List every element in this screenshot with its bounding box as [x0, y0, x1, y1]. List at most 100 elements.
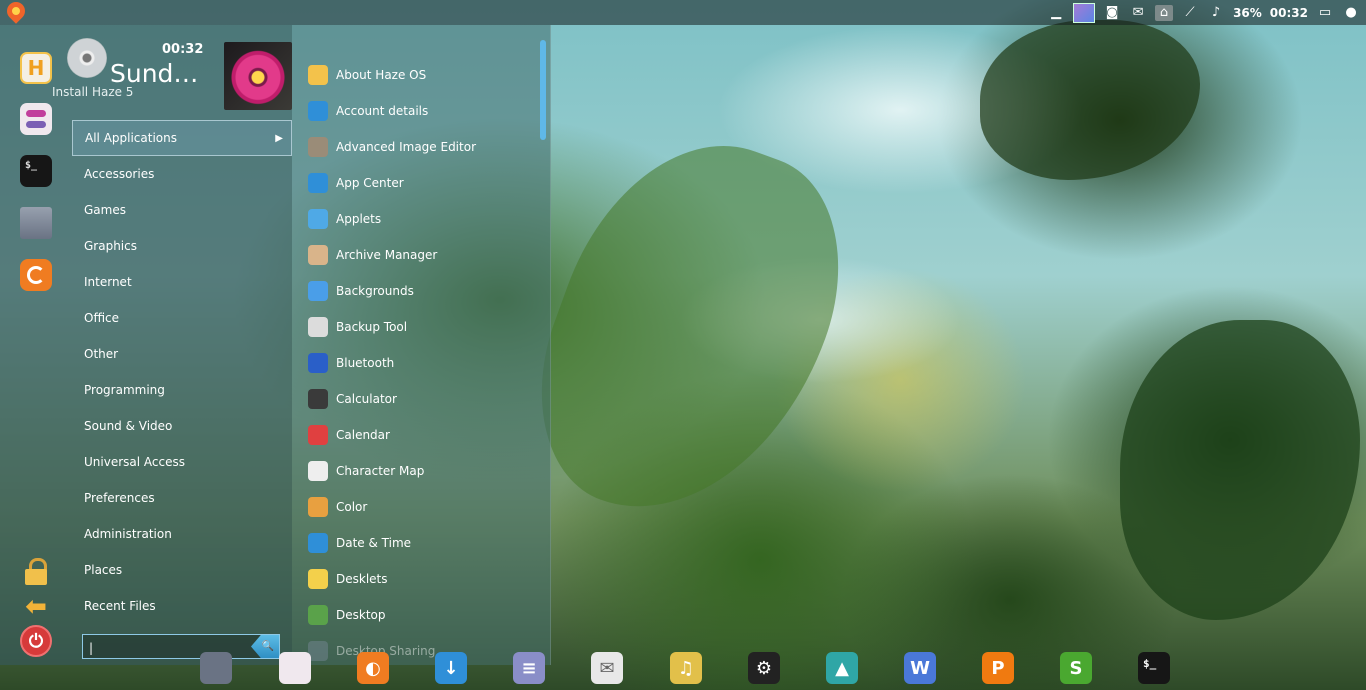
app-item-label: Date & Time: [336, 536, 412, 550]
display-icon[interactable]: ▭: [1316, 5, 1334, 21]
files-icon[interactable]: [20, 207, 52, 239]
category-programming[interactable]: Programming: [72, 372, 292, 408]
dock: ◐ ↓ ≡ ✉ ♫ ⚙ ▲ W P S $_: [0, 648, 1366, 690]
presentation-icon[interactable]: P: [982, 652, 1014, 684]
category-administration[interactable]: Administration: [72, 516, 292, 552]
spreadsheet-icon[interactable]: S: [1060, 652, 1092, 684]
category-all-applications[interactable]: All Applications: [72, 120, 292, 156]
category-recent-files[interactable]: Recent Files: [72, 588, 292, 624]
app-item-label: Character Map: [336, 464, 425, 478]
category-office[interactable]: Office: [72, 300, 292, 336]
workspace-icon[interactable]: [1073, 2, 1096, 23]
app-item[interactable]: App Center: [300, 165, 540, 201]
category-preferences[interactable]: Preferences: [72, 480, 292, 516]
app-item[interactable]: Account details: [300, 93, 540, 129]
category-universal-access[interactable]: Universal Access: [72, 444, 292, 480]
clock-icon: [308, 533, 328, 553]
category-list: All Applications Accessories Games Graph…: [72, 120, 292, 624]
terminal-icon[interactable]: $_: [20, 155, 52, 187]
menu-launcher-icon[interactable]: [3, 0, 29, 24]
haze-icon[interactable]: H: [20, 52, 52, 84]
category-other[interactable]: Other: [72, 336, 292, 372]
text-editor-icon[interactable]: ≡: [513, 652, 545, 684]
desklets-icon: [308, 569, 328, 589]
category-internet[interactable]: Internet: [72, 264, 292, 300]
app-item-label: Calculator: [336, 392, 397, 406]
settings-icon[interactable]: [279, 652, 311, 684]
music-icon[interactable]: ♫: [670, 652, 702, 684]
battery-percentage[interactable]: 36%: [1233, 6, 1262, 20]
app-item-label: Backgrounds: [336, 284, 414, 298]
app-item-label: About Haze OS: [336, 68, 427, 82]
show-desktop-icon[interactable]: ▁: [1047, 5, 1065, 21]
download-icon: [308, 173, 328, 193]
category-places[interactable]: Places: [72, 552, 292, 588]
app-item[interactable]: About Haze OS: [300, 57, 540, 93]
app-item[interactable]: Date & Time: [300, 525, 540, 561]
files-icon[interactable]: [200, 652, 232, 684]
volume-icon[interactable]: ♪: [1207, 5, 1225, 21]
app-item-label: Applets: [336, 212, 382, 226]
install-label[interactable]: Install Haze 5: [52, 85, 133, 99]
image-viewer-icon[interactable]: ▲: [826, 652, 858, 684]
app-item-label: Desktop: [336, 608, 386, 622]
firefox-icon[interactable]: [20, 259, 52, 291]
category-graphics[interactable]: Graphics: [72, 228, 292, 264]
menu-day: Sund…: [110, 59, 199, 88]
calculator-icon: [308, 389, 328, 409]
app-item[interactable]: Calculator: [300, 381, 540, 417]
app-item-label: Account details: [336, 104, 429, 118]
app-item[interactable]: Calendar: [300, 417, 540, 453]
app-item[interactable]: Bluetooth: [300, 345, 540, 381]
app-item[interactable]: Backgrounds: [300, 273, 540, 309]
panel-clock[interactable]: 00:32: [1270, 6, 1308, 20]
scrollbar[interactable]: [540, 40, 546, 140]
app-item[interactable]: Backup Tool: [300, 309, 540, 345]
app-item-label: Backup Tool: [336, 320, 408, 334]
app-item[interactable]: Color: [300, 489, 540, 525]
app-item[interactable]: Advanced Image Editor: [300, 129, 540, 165]
gimp-icon: [308, 137, 328, 157]
category-games[interactable]: Games: [72, 192, 292, 228]
archive-icon: [308, 245, 328, 265]
app-item[interactable]: Applets: [300, 201, 540, 237]
app-item-label: App Center: [336, 176, 404, 190]
backgrounds-icon: [308, 281, 328, 301]
mail-icon[interactable]: ✉: [591, 652, 623, 684]
category-accessories[interactable]: Accessories: [72, 156, 292, 192]
app-item[interactable]: Desktop: [300, 597, 540, 633]
user-card: 00:32 Sund… Install Haze 5: [52, 35, 292, 115]
network-icon[interactable]: ⟋: [1181, 5, 1199, 21]
install-disc-icon[interactable]: [67, 38, 107, 78]
top-panel: ▁ ◙ ✉ ⌂ ⟋ ♪ 36% 00:32 ▭ ●: [0, 0, 1366, 25]
wallpaper-leaf: [502, 106, 878, 554]
backup-icon: [308, 317, 328, 337]
applets-icon: [308, 209, 328, 229]
app-center-icon[interactable]: ↓: [435, 652, 467, 684]
character-map-icon: [308, 461, 328, 481]
avatar[interactable]: [224, 42, 292, 110]
home-icon[interactable]: ⌂: [1155, 4, 1174, 21]
application-list: About Haze OS Account details Advanced Ima…: [300, 57, 540, 667]
bluetooth-icon: [308, 353, 328, 373]
user-icon: [308, 101, 328, 121]
app-item[interactable]: Character Map: [300, 453, 540, 489]
mail-icon[interactable]: ✉: [1129, 5, 1147, 21]
screenshot-icon[interactable]: ◙: [1103, 5, 1121, 21]
menu-time: 00:32: [162, 42, 204, 57]
writer-icon[interactable]: W: [904, 652, 936, 684]
app-item-label: Color: [336, 500, 368, 514]
firefox-icon[interactable]: ◐: [357, 652, 389, 684]
user-icon[interactable]: ●: [1342, 5, 1360, 21]
lock-icon[interactable]: [20, 555, 52, 587]
terminal-icon[interactable]: $_: [1138, 652, 1170, 684]
app-item-label: Bluetooth: [336, 356, 395, 370]
settings-icon[interactable]: [20, 103, 52, 135]
app-item-label: Desklets: [336, 572, 388, 586]
wallpaper-leaf: [1120, 320, 1360, 620]
steam-icon[interactable]: ⚙: [748, 652, 780, 684]
app-item[interactable]: Desklets: [300, 561, 540, 597]
category-sound-video[interactable]: Sound & Video: [72, 408, 292, 444]
logout-icon[interactable]: ⬅: [20, 591, 52, 623]
app-item[interactable]: Archive Manager: [300, 237, 540, 273]
